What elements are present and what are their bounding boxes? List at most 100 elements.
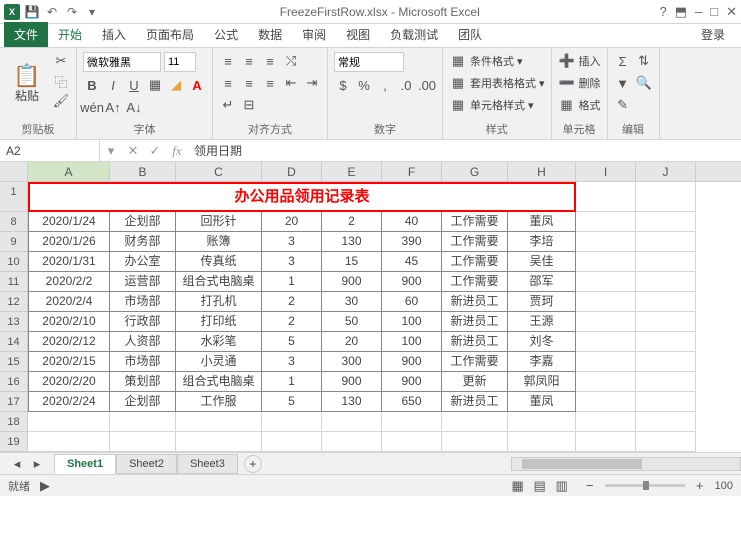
zoom-slider[interactable] — [605, 484, 685, 487]
align-top-icon[interactable]: ≡ — [219, 52, 237, 70]
cell[interactable]: 新进员工 — [442, 392, 508, 412]
tab-home[interactable]: 开始 — [48, 22, 92, 47]
cell[interactable]: 李嘉 — [508, 352, 576, 372]
format-button[interactable]: ▦格式 — [558, 96, 601, 114]
tab-review[interactable]: 审阅 — [292, 22, 336, 47]
sheet-nav-first-icon[interactable]: ◂ — [8, 455, 26, 473]
cell[interactable]: 2020/2/15 — [28, 352, 110, 372]
cell[interactable] — [636, 182, 696, 212]
cell[interactable]: 900 — [382, 352, 442, 372]
cell[interactable] — [636, 412, 696, 432]
cell[interactable]: 打印纸 — [176, 312, 262, 332]
font-name-select[interactable] — [83, 52, 161, 72]
page-layout-view-icon[interactable]: ▤ — [531, 477, 549, 495]
qat-dropdown-icon[interactable]: ▾ — [84, 4, 100, 20]
cell[interactable]: 20 — [322, 332, 382, 352]
comma-icon[interactable]: , — [376, 76, 394, 94]
indent-inc-icon[interactable]: ⇥ — [303, 74, 321, 92]
cell[interactable]: 900 — [322, 372, 382, 392]
cell[interactable] — [636, 392, 696, 412]
page-break-view-icon[interactable]: ▥ — [553, 477, 571, 495]
cell[interactable]: 2 — [322, 212, 382, 232]
cell[interactable] — [322, 432, 382, 452]
cell[interactable]: 组合式电脑桌 — [176, 372, 262, 392]
conditional-format-button[interactable]: ▦条件格式▾ — [449, 52, 545, 70]
insert-button[interactable]: ➕插入 — [558, 52, 601, 70]
redo-icon[interactable]: ↷ — [64, 4, 80, 20]
cut-icon[interactable]: ✂ — [52, 52, 70, 70]
cell[interactable]: 650 — [382, 392, 442, 412]
namebox-dropdown-icon[interactable]: ▾ — [100, 142, 122, 160]
paste-button[interactable]: 📋 粘贴 — [6, 52, 48, 119]
cell[interactable]: 2020/2/20 — [28, 372, 110, 392]
tab-team[interactable]: 团队 — [448, 22, 492, 47]
cell[interactable]: 300 — [322, 352, 382, 372]
cell[interactable]: 900 — [382, 272, 442, 292]
cell[interactable] — [508, 412, 576, 432]
cell[interactable]: 2020/2/4 — [28, 292, 110, 312]
sheet-tab[interactable]: Sheet1 — [54, 454, 116, 474]
cell[interactable] — [576, 432, 636, 452]
col-header[interactable]: C — [176, 162, 262, 181]
col-header[interactable]: H — [508, 162, 576, 181]
bold-icon[interactable]: B — [83, 76, 101, 94]
cell[interactable] — [442, 412, 508, 432]
cell[interactable]: 贾珂 — [508, 292, 576, 312]
tab-loadtest[interactable]: 负载测试 — [380, 22, 448, 47]
cell[interactable] — [636, 272, 696, 292]
zoom-level[interactable]: 100 — [715, 480, 733, 492]
cell[interactable] — [576, 372, 636, 392]
cell[interactable]: 2020/1/26 — [28, 232, 110, 252]
cell[interactable]: 董凤 — [508, 392, 576, 412]
cell[interactable] — [382, 412, 442, 432]
cell[interactable] — [636, 252, 696, 272]
border-icon[interactable]: ▦ — [146, 76, 164, 94]
row-header[interactable]: 11 — [0, 272, 27, 292]
cell[interactable] — [110, 412, 176, 432]
sheet-tab[interactable]: Sheet2 — [116, 454, 177, 474]
cell[interactable] — [636, 212, 696, 232]
cell[interactable]: 人资部 — [110, 332, 176, 352]
cell[interactable]: 运营部 — [110, 272, 176, 292]
wrap-text-icon[interactable]: ↵ — [219, 96, 237, 114]
cell[interactable]: 2020/1/24 — [28, 212, 110, 232]
cancel-icon[interactable]: ✕ — [122, 142, 144, 160]
cell[interactable] — [576, 212, 636, 232]
cell[interactable]: 15 — [322, 252, 382, 272]
format-painter-icon[interactable]: 🖌 — [52, 92, 70, 110]
row-header[interactable]: 16 — [0, 372, 27, 392]
cell[interactable]: 2020/2/12 — [28, 332, 110, 352]
col-header[interactable]: E — [322, 162, 382, 181]
cell[interactable]: 财务部 — [110, 232, 176, 252]
close-icon[interactable]: ✕ — [726, 4, 737, 20]
tab-formulas[interactable]: 公式 — [204, 22, 248, 47]
cell[interactable] — [576, 182, 636, 212]
cell[interactable]: 2 — [262, 312, 322, 332]
cell-style-button[interactable]: ▦单元格样式▾ — [449, 96, 545, 114]
tab-layout[interactable]: 页面布局 — [136, 22, 204, 47]
enter-icon[interactable]: ✓ — [144, 142, 166, 160]
cell[interactable]: 5 — [262, 392, 322, 412]
currency-icon[interactable]: $ — [334, 76, 352, 94]
cell[interactable] — [508, 432, 576, 452]
login-link[interactable]: 登录 — [693, 22, 733, 47]
row-header[interactable]: 10 — [0, 252, 27, 272]
name-box[interactable]: A2 — [0, 140, 100, 161]
maximize-icon[interactable]: □ — [710, 4, 718, 20]
underline-icon[interactable]: U — [125, 76, 143, 94]
dec-decimal-icon[interactable]: .00 — [418, 76, 436, 94]
row-header[interactable]: 14 — [0, 332, 27, 352]
find-icon[interactable]: 🔍 — [635, 74, 653, 92]
italic-icon[interactable]: I — [104, 76, 122, 94]
cell[interactable]: 更新 — [442, 372, 508, 392]
row-header[interactable]: 17 — [0, 392, 27, 412]
align-left-icon[interactable]: ≡ — [219, 74, 237, 92]
shrink-font-icon[interactable]: A↓ — [125, 98, 143, 116]
cell[interactable] — [576, 252, 636, 272]
row-header[interactable]: 18 — [0, 412, 27, 432]
indent-dec-icon[interactable]: ⇤ — [282, 74, 300, 92]
sheet-nav-last-icon[interactable]: ▸ — [28, 455, 46, 473]
cell[interactable]: 工作需要 — [442, 352, 508, 372]
cell[interactable] — [636, 332, 696, 352]
phonetic-icon[interactable]: wén — [83, 98, 101, 116]
